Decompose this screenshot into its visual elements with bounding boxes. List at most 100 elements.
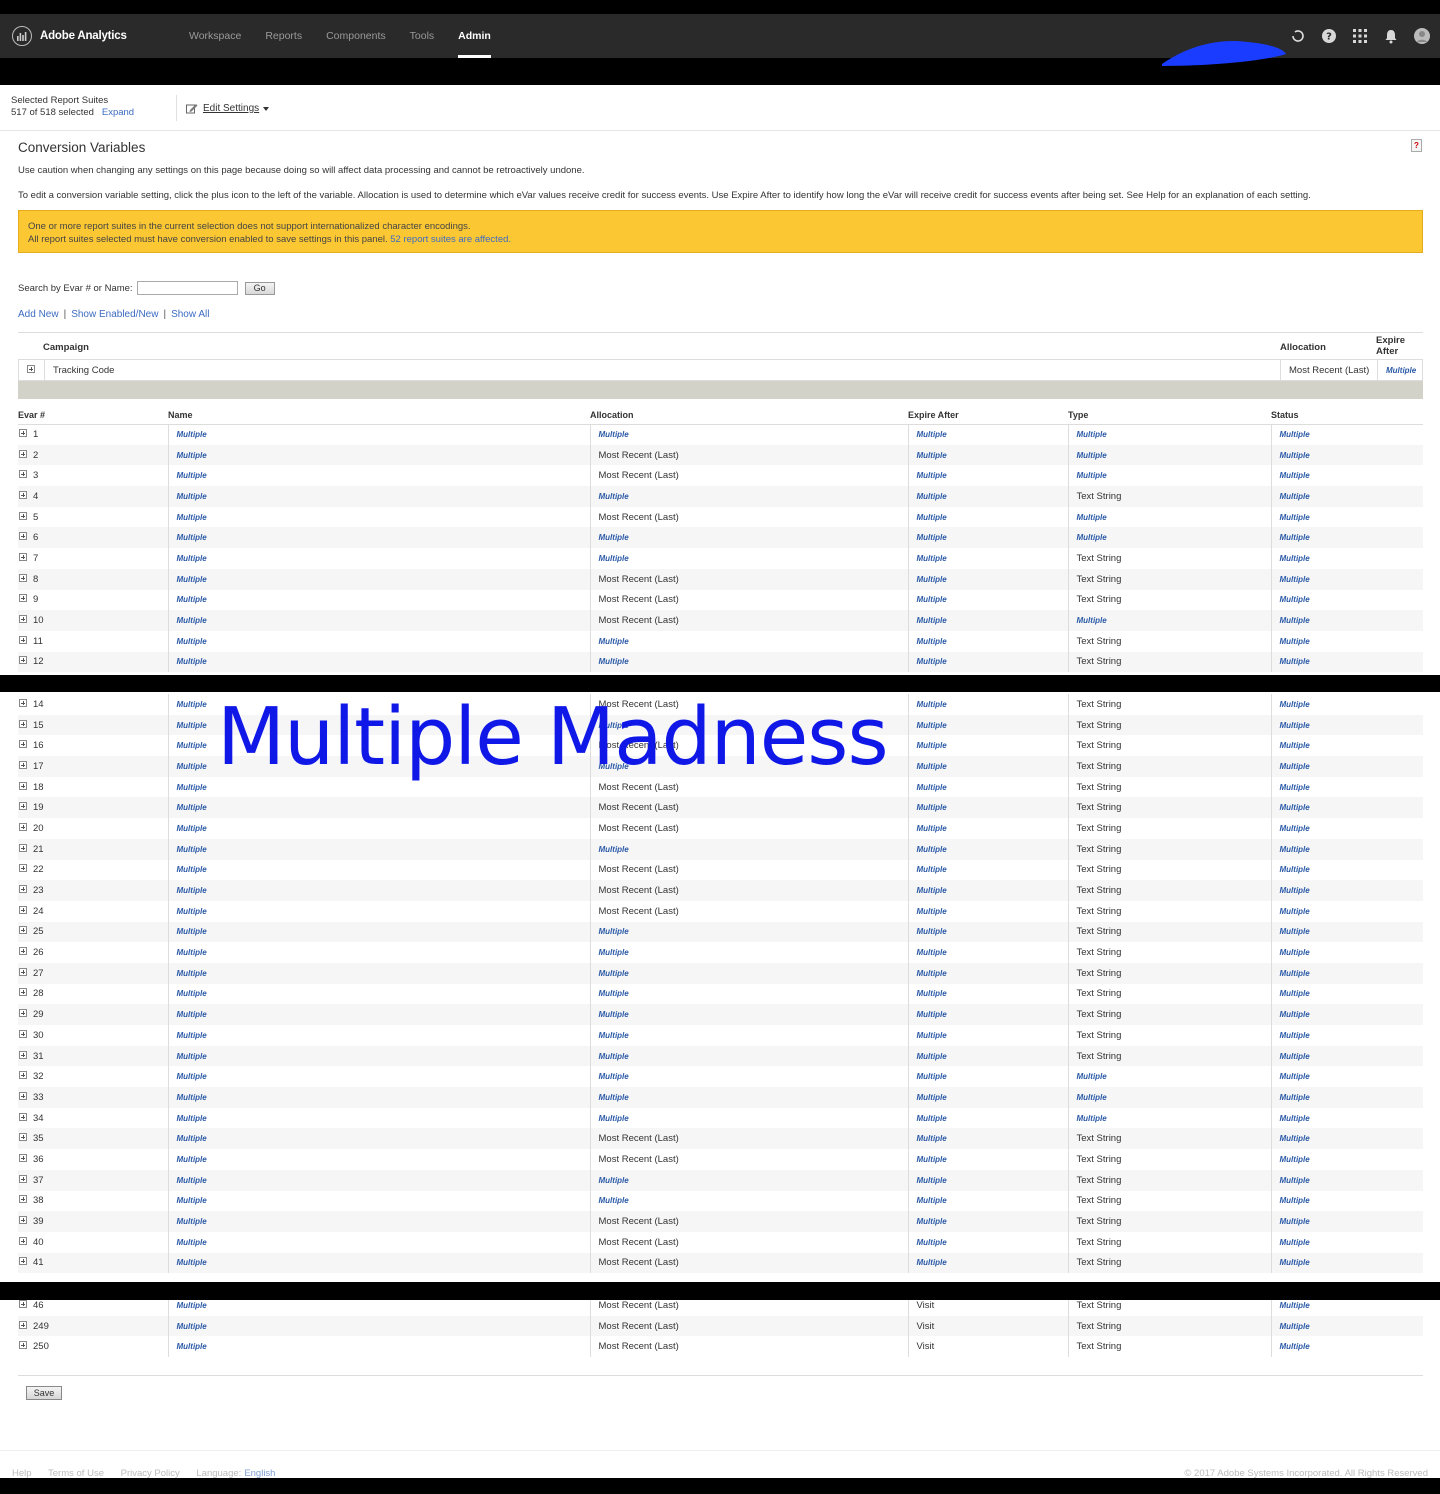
evar-type[interactable]: Multiple [1077,1093,1107,1102]
go-button[interactable]: Go [244,281,275,295]
evar-status[interactable]: Multiple [1280,865,1310,874]
language-link[interactable]: English [244,1468,275,1478]
expand-plus-icon[interactable] [19,802,27,811]
expand-plus-icon[interactable] [19,1300,27,1308]
evar-type[interactable]: Multiple [1077,430,1107,439]
evar-name[interactable]: Multiple [177,616,207,625]
expand-plus-icon[interactable] [19,1236,27,1245]
evar-name[interactable]: Multiple [177,721,207,730]
evar-name[interactable]: Multiple [177,513,207,522]
evar-status[interactable]: Multiple [1280,1176,1310,1185]
evar-expire-after[interactable]: Multiple [917,1134,947,1143]
evar-status[interactable]: Multiple [1280,1196,1310,1205]
expand-plus-icon[interactable] [27,365,35,373]
evar-name[interactable]: Multiple [177,886,207,895]
evar-status[interactable]: Multiple [1280,1155,1310,1164]
expand-plus-icon[interactable] [19,885,27,894]
nav-admin[interactable]: Admin [446,14,503,58]
expand-plus-icon[interactable] [19,926,27,935]
expand-plus-icon[interactable] [19,449,27,458]
evar-status[interactable]: Multiple [1280,1258,1310,1267]
evar-name[interactable]: Multiple [177,824,207,833]
help-icon[interactable]: ? [1321,28,1337,44]
evar-expire-after[interactable]: Multiple [917,741,947,750]
evar-expire-after[interactable]: Multiple [917,1217,947,1226]
evar-expire-after[interactable]: Multiple [917,637,947,646]
evar-name[interactable]: Multiple [177,1176,207,1185]
expand-plus-icon[interactable] [19,552,27,561]
expand-plus-icon[interactable] [19,988,27,997]
evar-name[interactable]: Multiple [177,989,207,998]
expand-plus-icon[interactable] [19,511,27,520]
evar-expire-after[interactable]: Multiple [917,845,947,854]
evar-expire-after[interactable]: Multiple [917,824,947,833]
evar-name[interactable]: Multiple [177,969,207,978]
evar-type[interactable]: Multiple [1077,616,1107,625]
evar-status[interactable]: Multiple [1280,969,1310,978]
evar-allocation[interactable]: Multiple [599,927,629,936]
evar-expire-after[interactable]: Multiple [917,492,947,501]
evar-name[interactable]: Multiple [177,1155,207,1164]
footer-privacy-link[interactable]: Privacy Policy [121,1468,180,1478]
evar-expire-after[interactable]: Multiple [917,451,947,460]
expand-plus-icon[interactable] [19,781,27,790]
evar-expire-after[interactable]: Multiple [917,575,947,584]
evar-allocation[interactable]: Multiple [599,533,629,542]
expand-plus-icon[interactable] [19,656,27,665]
evar-name[interactable]: Multiple [177,1322,207,1331]
evar-status[interactable]: Multiple [1280,700,1310,709]
evar-status[interactable]: Multiple [1280,927,1310,936]
evar-status[interactable]: Multiple [1280,989,1310,998]
expand-plus-icon[interactable] [19,740,27,749]
expand-plus-icon[interactable] [19,1112,27,1121]
evar-name[interactable]: Multiple [177,948,207,957]
evar-expire-after[interactable]: Multiple [917,948,947,957]
evar-status[interactable]: Multiple [1280,575,1310,584]
evar-expire-after[interactable]: Multiple [917,595,947,604]
evar-allocation[interactable]: Multiple [599,1093,629,1102]
evar-status[interactable]: Multiple [1280,616,1310,625]
evar-expire-after[interactable]: Multiple [917,907,947,916]
expand-plus-icon[interactable] [19,864,27,873]
evar-expire-after[interactable]: Multiple [917,886,947,895]
evar-status[interactable]: Multiple [1280,513,1310,522]
evar-name[interactable]: Multiple [177,1114,207,1123]
evar-expire-after[interactable]: Multiple [917,927,947,936]
evar-name[interactable]: Multiple [177,1258,207,1267]
expand-plus-icon[interactable] [19,760,27,769]
evar-allocation[interactable]: Multiple [599,1196,629,1205]
evar-status[interactable]: Multiple [1280,1072,1310,1081]
evar-name[interactable]: Multiple [177,451,207,460]
evar-status[interactable]: Multiple [1280,1093,1310,1102]
evar-type[interactable]: Multiple [1077,513,1107,522]
expand-plus-icon[interactable] [19,490,27,499]
show-all-link[interactable]: Show All [171,309,209,320]
evar-name[interactable]: Multiple [177,657,207,666]
nav-tools[interactable]: Tools [398,14,447,58]
evar-name[interactable]: Multiple [177,783,207,792]
evar-name[interactable]: Multiple [177,1342,207,1351]
evar-expire-after[interactable]: Multiple [917,783,947,792]
expand-plus-icon[interactable] [19,1174,27,1183]
search-input[interactable] [136,281,238,295]
evar-expire-after[interactable]: Multiple [917,1031,947,1040]
nav-reports[interactable]: Reports [253,14,314,58]
evar-name[interactable]: Multiple [177,927,207,936]
evar-expire-after[interactable]: Multiple [917,1155,947,1164]
expand-plus-icon[interactable] [19,947,27,956]
evar-name[interactable]: Multiple [177,1196,207,1205]
evar-name[interactable]: Multiple [177,554,207,563]
evar-expire-after[interactable]: Multiple [917,803,947,812]
evar-name[interactable]: Multiple [177,637,207,646]
evar-status[interactable]: Multiple [1280,1134,1310,1143]
evar-status[interactable]: Multiple [1280,451,1310,460]
evar-status[interactable]: Multiple [1280,783,1310,792]
evar-status[interactable]: Multiple [1280,886,1310,895]
refresh-icon[interactable] [1290,28,1306,44]
expand-plus-icon[interactable] [19,1257,27,1266]
evar-allocation[interactable]: Multiple [599,1072,629,1081]
brand[interactable]: Adobe Analytics [12,26,177,46]
affected-suites-link[interactable]: 52 report suites are affected. [390,234,511,245]
expand-plus-icon[interactable] [19,594,27,603]
evar-name[interactable]: Multiple [177,492,207,501]
